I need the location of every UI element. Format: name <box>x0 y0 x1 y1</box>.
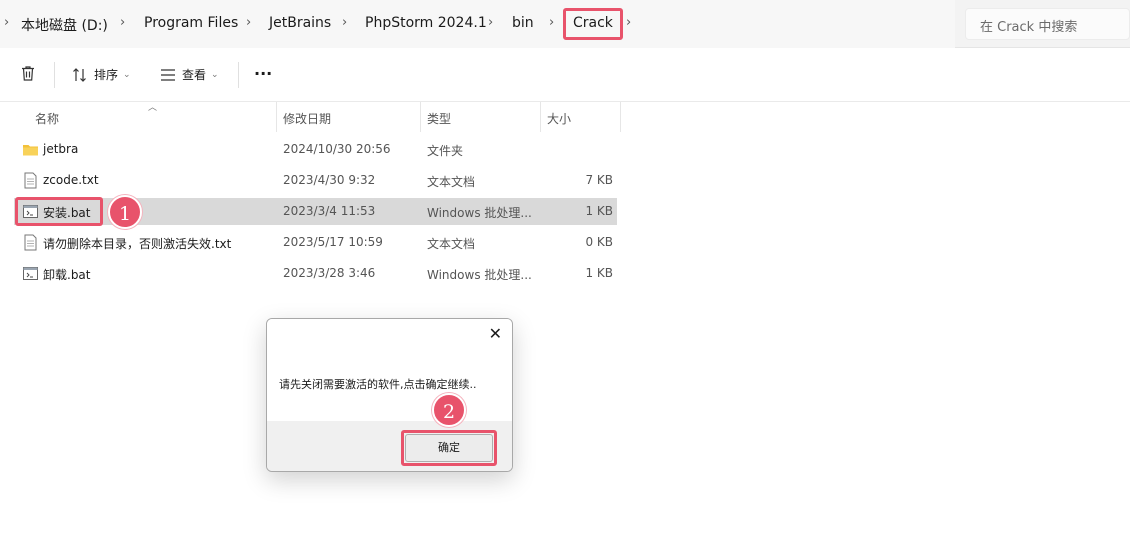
list-item[interactable]: jetbra 2024/10/30 20:56 文件夹 <box>14 136 617 163</box>
breadcrumb-item-phpstorm[interactable]: PhpStorm 2024.1 <box>365 15 487 31</box>
breadcrumb-item-program-files[interactable]: Program Files <box>144 15 238 31</box>
file-type: 文本文档 <box>427 175 476 189</box>
list-item[interactable]: 请勿删除本目录，否则激活失效.txt 2023/5/17 10:59 文本文档 … <box>14 229 617 256</box>
file-name: zcode.txt <box>43 173 99 187</box>
dialog-footer: 确定 <box>267 421 512 471</box>
more-icon: ··· <box>254 64 273 83</box>
sort-icon <box>73 67 86 82</box>
chevron-down-icon: ⌄ <box>211 69 219 80</box>
text-file-icon <box>24 172 37 189</box>
search-input[interactable]: 在 Crack 中搜索 <box>965 8 1130 40</box>
file-date: 2023/3/4 11:53 <box>283 204 376 218</box>
column-header-type[interactable]: 类型 <box>427 110 451 127</box>
column-header-name[interactable]: 名称 <box>35 110 59 127</box>
file-size: 1 KB <box>585 204 613 218</box>
sort-ascending-icon: ︿ <box>148 103 158 113</box>
text-file-icon <box>24 234 37 251</box>
command-bar: 排序 ⌄ 查看 ⌄ ··· <box>0 48 1130 102</box>
search-placeholder: 在 Crack 中搜索 <box>980 20 1078 35</box>
list-item[interactable]: zcode.txt 2023/4/30 9:32 文本文档 7 KB <box>14 167 617 194</box>
view-button[interactable]: 查看 ⌄ <box>160 66 219 83</box>
breadcrumb-item-bin[interactable]: bin <box>512 15 534 31</box>
file-date: 2024/10/30 20:56 <box>283 142 391 156</box>
file-type: 文本文档 <box>427 237 476 251</box>
file-type: Windows 批处理... <box>427 268 532 282</box>
delete-button[interactable] <box>20 65 36 82</box>
list-item-selected[interactable]: 安装.bat 2023/3/4 11:53 Windows 批处理... 1 K… <box>14 198 617 225</box>
list-item[interactable]: 卸载.bat 2023/3/28 3:46 Windows 批处理... 1 K… <box>14 260 617 287</box>
more-options-button[interactable]: ··· <box>254 64 272 83</box>
file-date: 2023/4/30 9:32 <box>283 173 376 187</box>
chevron-right-icon[interactable]: › <box>120 15 125 30</box>
step-badge-1: 1 <box>108 195 142 229</box>
sort-label: 排序 <box>94 68 119 82</box>
view-label: 查看 <box>182 68 207 82</box>
chevron-right-icon[interactable]: › <box>342 15 347 30</box>
chevron-right-icon[interactable]: › <box>246 15 251 30</box>
chevron-down-icon: ⌄ <box>123 69 131 80</box>
breadcrumb[interactable]: › 本地磁盘 (D:) › Program Files › JetBrains … <box>0 0 955 48</box>
install-bat-highlight-box <box>15 197 103 226</box>
breadcrumb-item-jetbrains[interactable]: JetBrains <box>269 15 331 31</box>
file-type: 文件夹 <box>427 144 464 158</box>
column-header-date[interactable]: 修改日期 <box>283 110 331 127</box>
toolbar-divider <box>238 62 239 88</box>
toolbar-divider <box>54 62 55 88</box>
chevron-right-icon[interactable]: › <box>626 15 631 30</box>
file-date: 2023/3/28 3:46 <box>283 266 376 280</box>
file-date: 2023/5/17 10:59 <box>283 235 383 249</box>
file-type: Windows 批处理... <box>427 206 532 220</box>
chevron-right-icon[interactable]: › <box>488 15 493 30</box>
step-badge-2: 2 <box>432 393 466 427</box>
column-header-size[interactable]: 大小 <box>547 110 571 127</box>
file-name: 请勿删除本目录，否则激活失效.txt <box>43 237 232 251</box>
file-size: 0 KB <box>585 235 613 249</box>
file-name: 卸载.bat <box>43 268 91 282</box>
column-divider[interactable] <box>620 102 621 132</box>
message-dialog: ✕ 请先关闭需要激活的软件,点击确定继续.. 确定 <box>266 318 513 472</box>
column-divider[interactable] <box>420 102 421 132</box>
ok-highlight-box <box>401 430 497 466</box>
file-size: 7 KB <box>585 173 613 187</box>
dialog-title-bar[interactable]: ✕ <box>267 319 512 349</box>
file-size: 1 KB <box>585 266 613 280</box>
dialog-body: 请先关闭需要激活的软件,点击确定继续.. <box>267 349 512 421</box>
trash-icon <box>22 66 34 81</box>
chevron-right-icon: › <box>4 15 10 30</box>
view-list-icon <box>161 68 175 81</box>
column-divider[interactable] <box>276 102 277 132</box>
crack-highlight-box <box>563 8 623 40</box>
address-bar: › 本地磁盘 (D:) › Program Files › JetBrains … <box>0 0 1130 48</box>
column-header-row: ︿ 名称 修改日期 类型 大小 <box>0 102 1130 132</box>
file-explorer-window: › 本地磁盘 (D:) › Program Files › JetBrains … <box>0 0 1130 550</box>
batch-file-icon <box>23 267 38 280</box>
breadcrumb-item-drive[interactable]: 本地磁盘 (D:) <box>21 15 108 35</box>
chevron-right-icon[interactable]: › <box>549 15 554 30</box>
file-name: jetbra <box>43 142 79 156</box>
close-icon[interactable]: ✕ <box>489 324 502 343</box>
column-divider[interactable] <box>540 102 541 132</box>
sort-button[interactable]: 排序 ⌄ <box>72 66 131 83</box>
dialog-message: 请先关闭需要激活的软件,点击确定继续.. <box>279 378 477 391</box>
folder-icon <box>23 145 38 156</box>
